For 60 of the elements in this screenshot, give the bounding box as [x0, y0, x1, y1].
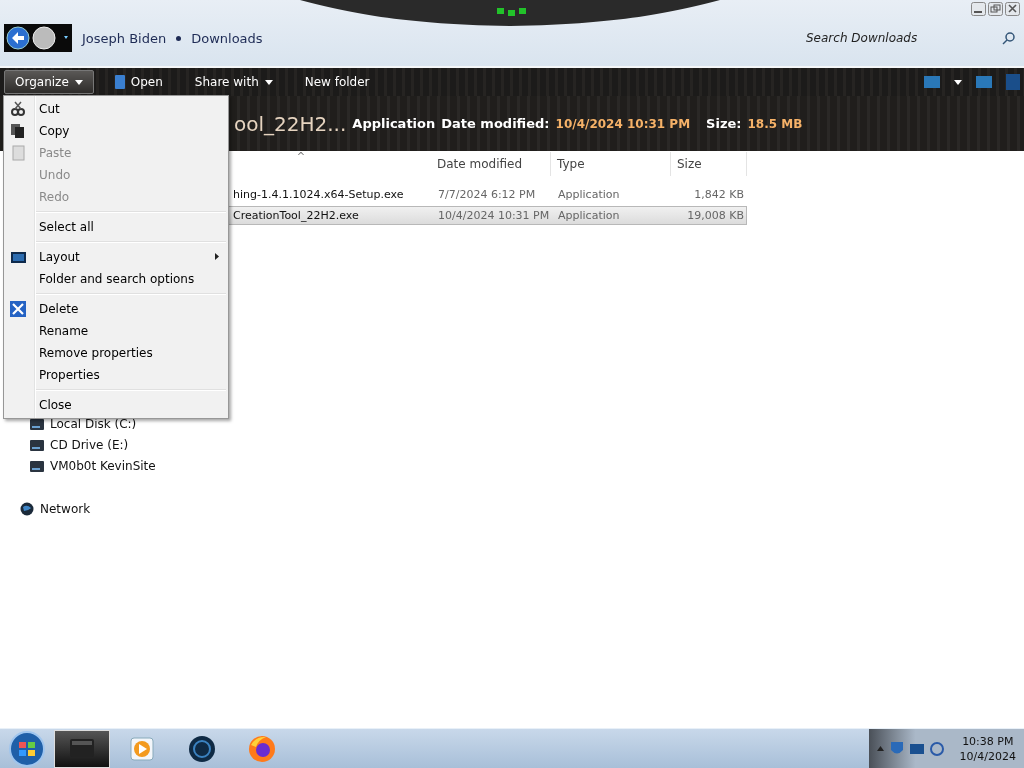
drive-icon — [30, 437, 44, 452]
breadcrumb[interactable]: Joseph Biden — [82, 30, 167, 46]
menu-item[interactable]: Close — [4, 394, 228, 416]
browser-icon — [248, 734, 276, 763]
menu-item[interactable]: Rename — [4, 320, 228, 342]
file-row[interactable]: hing-1.4.1.1024.x64-Setup.exe 7/7/2024 6:12 PM Application 1,842 KB — [226, 185, 747, 204]
search-field[interactable]: Search Downloads — [804, 30, 928, 46]
toolbar-button[interactable]: Open — [103, 70, 174, 94]
menu-item[interactable]: Layout — [4, 246, 228, 268]
detail-label: Date modified: — [441, 116, 550, 131]
copy-icon — [10, 123, 26, 139]
navigation-buttons-icon[interactable] — [4, 24, 72, 52]
toolbar-button[interactable]: Organize — [4, 70, 94, 94]
file-title: ool_22H2... — [234, 111, 347, 136]
menu-item[interactable]: Copy — [4, 120, 228, 142]
document-icon — [114, 75, 125, 89]
drive-icon — [30, 416, 44, 431]
column-header[interactable]: Type — [551, 152, 671, 176]
sidebar-item[interactable]: VM0b0t KevinSite — [20, 457, 226, 474]
play-icon — [128, 734, 156, 763]
breadcrumb-separator — [176, 35, 182, 41]
close-button[interactable] — [1005, 2, 1020, 16]
column-header[interactable]: Size — [671, 152, 747, 176]
globe-icon — [188, 734, 216, 763]
globe-icon — [20, 501, 34, 516]
toolbar-button[interactable]: New folder — [293, 70, 381, 94]
monitor-icon[interactable] — [909, 741, 924, 756]
sidebar-item[interactable]: Network — [20, 500, 226, 517]
sidebar-item[interactable]: CD Drive (E:) — [20, 436, 226, 453]
submenu-arrow-icon — [215, 253, 219, 260]
taskbar-button[interactable] — [54, 729, 110, 768]
caret-icon — [74, 79, 83, 85]
sort-indicator: ^ — [295, 151, 307, 163]
scissors-icon — [10, 101, 26, 117]
menu-item[interactable]: Select all — [4, 216, 228, 238]
caret-icon — [264, 79, 273, 85]
clipboard-icon — [10, 145, 26, 161]
search-icon[interactable] — [1002, 31, 1016, 45]
menu-item[interactable]: Remove properties — [4, 342, 228, 364]
menu-item[interactable]: Cut — [4, 98, 228, 120]
clock-time: 10:38 PM — [962, 733, 1014, 749]
delete-icon — [10, 301, 26, 317]
drive-icon — [30, 458, 44, 473]
detail-label: Size: — [706, 116, 742, 131]
toolbar-button[interactable]: Share with — [183, 70, 284, 94]
window-icon — [10, 249, 26, 265]
file-type: Application — [352, 116, 436, 131]
clock-date: 10/4/2024 — [959, 748, 1016, 764]
caret-icon[interactable] — [954, 79, 962, 85]
minimize-button[interactable] — [971, 2, 986, 16]
column-header[interactable]: Date modified — [431, 152, 551, 176]
restore-button[interactable] — [988, 2, 1003, 16]
file-row[interactable]: CreationTool_22H2.exe 10/4/2024 10:31 PM Application 19,008 KB — [226, 206, 747, 225]
detail-value: 10/4/2024 10:31 PM — [555, 116, 691, 131]
detail-value: 18.5 MB — [747, 116, 803, 131]
breadcrumb[interactable]: Downloads — [191, 30, 263, 46]
sidebar-item[interactable]: Local Disk (C:) — [20, 415, 226, 432]
menu-item[interactable]: Delete — [4, 298, 228, 320]
menu-item[interactable]: Folder and search options — [4, 268, 228, 290]
menu-item[interactable]: Properties — [4, 364, 228, 386]
